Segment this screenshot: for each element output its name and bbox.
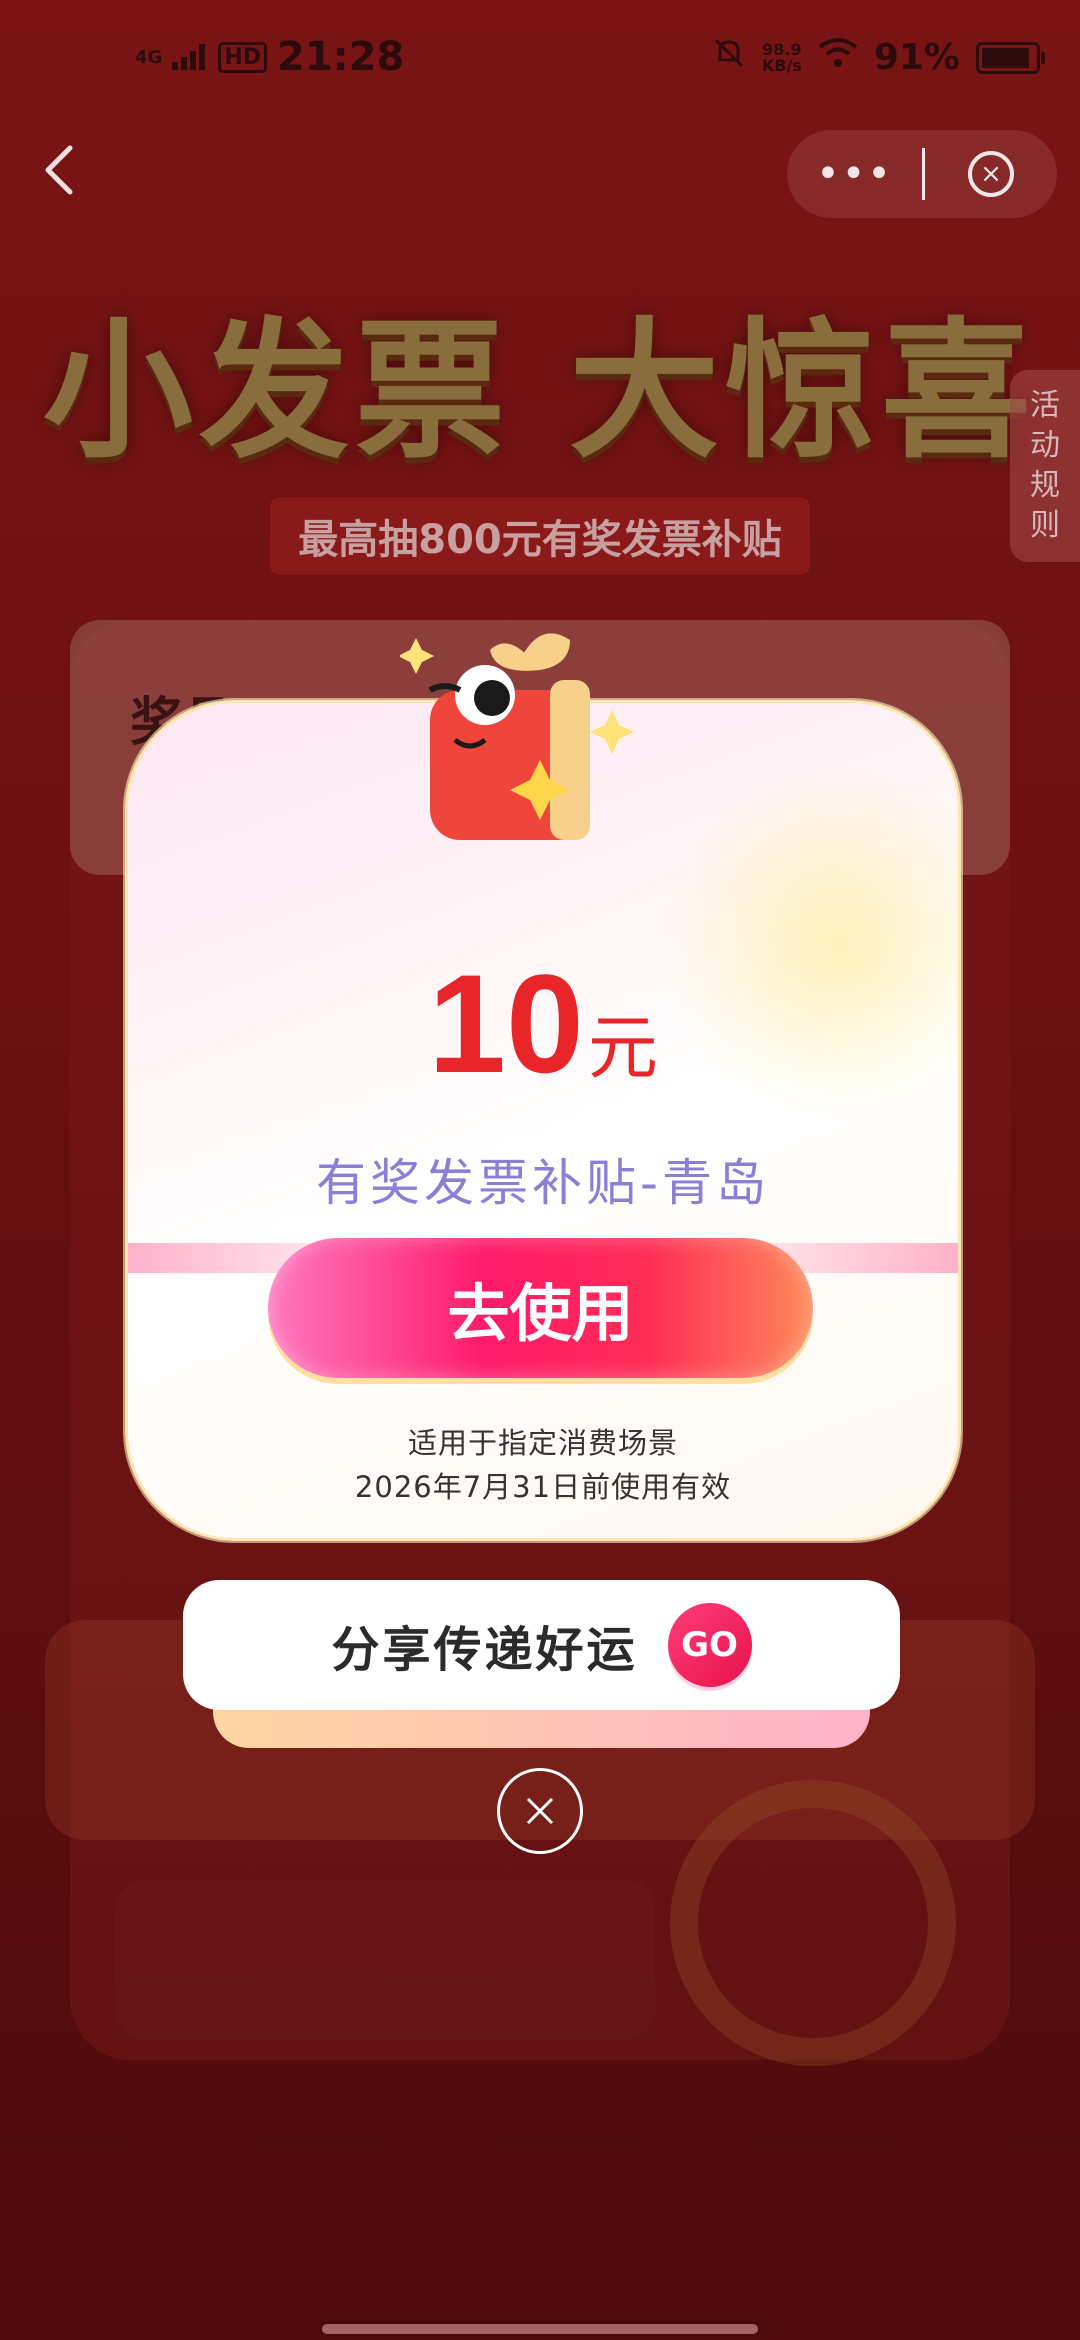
reward-amount-unit: 元: [587, 1007, 658, 1089]
share-button[interactable]: 分享传递好运 GO: [183, 1580, 900, 1710]
promo-banner: 小发票 大惊喜 最高抽800元有奖发票补贴: [0, 270, 1080, 575]
close-modal-button[interactable]: [497, 1768, 583, 1854]
activity-rules-tab[interactable]: 活动规则: [1010, 370, 1080, 562]
status-time: 21:28: [277, 34, 405, 80]
speed-unit: KB/s: [761, 55, 802, 75]
mute-icon: [712, 36, 746, 79]
machine-knob-background: [670, 1780, 956, 2066]
use-coupon-button[interactable]: 去使用: [268, 1238, 813, 1378]
network-speed: 98.9 KB/s: [761, 41, 802, 75]
close-mini-program-button[interactable]: ×: [925, 151, 1057, 197]
status-bar: 4G HD 21:28 98.9 KB/s 91%: [0, 0, 1080, 120]
share-label: 分享传递好运: [331, 1622, 638, 1678]
share-section: 分享传递好运 GO: [183, 1580, 900, 1748]
wifi-icon: [818, 37, 858, 78]
close-icon: [526, 1797, 554, 1825]
banner-subtitle: 最高抽800元有奖发票补贴: [270, 497, 810, 575]
reward-amount: 10元: [128, 943, 958, 1105]
machine-slot-background: [115, 1880, 655, 2040]
battery-icon: [976, 41, 1045, 74]
network-type: 4G: [135, 46, 163, 68]
mini-program-capsule: ••• ×: [787, 130, 1057, 218]
close-circle-icon: ×: [968, 151, 1014, 197]
signal-icon: [172, 34, 208, 80]
status-left: 4G HD 21:28: [135, 34, 404, 80]
gift-box-mascot-icon: [398, 620, 660, 860]
coupon-name: 有奖发票补贴-青岛: [315, 1154, 771, 1212]
hd-badge: HD: [218, 41, 267, 73]
banner-title: 小发票 大惊喜: [42, 305, 1038, 479]
battery-level-fill: [982, 47, 1029, 68]
terms-scope: 适用于指定消费场景: [407, 1426, 678, 1460]
more-button[interactable]: •••: [787, 151, 922, 197]
chevron-left-icon: [45, 145, 73, 195]
go-button[interactable]: GO: [667, 1603, 752, 1687]
home-indicator[interactable]: [322, 2324, 758, 2334]
coupon-terms: 适用于指定消费场景 2026年7月31日前使用有效: [128, 1421, 958, 1509]
battery-percent: 91%: [873, 37, 960, 78]
terms-expiry: 2026年7月31日前使用有效: [354, 1470, 732, 1504]
status-right: 98.9 KB/s 91%: [712, 36, 1045, 79]
back-button[interactable]: [38, 140, 108, 210]
reward-amount-value: 10: [428, 945, 584, 1102]
